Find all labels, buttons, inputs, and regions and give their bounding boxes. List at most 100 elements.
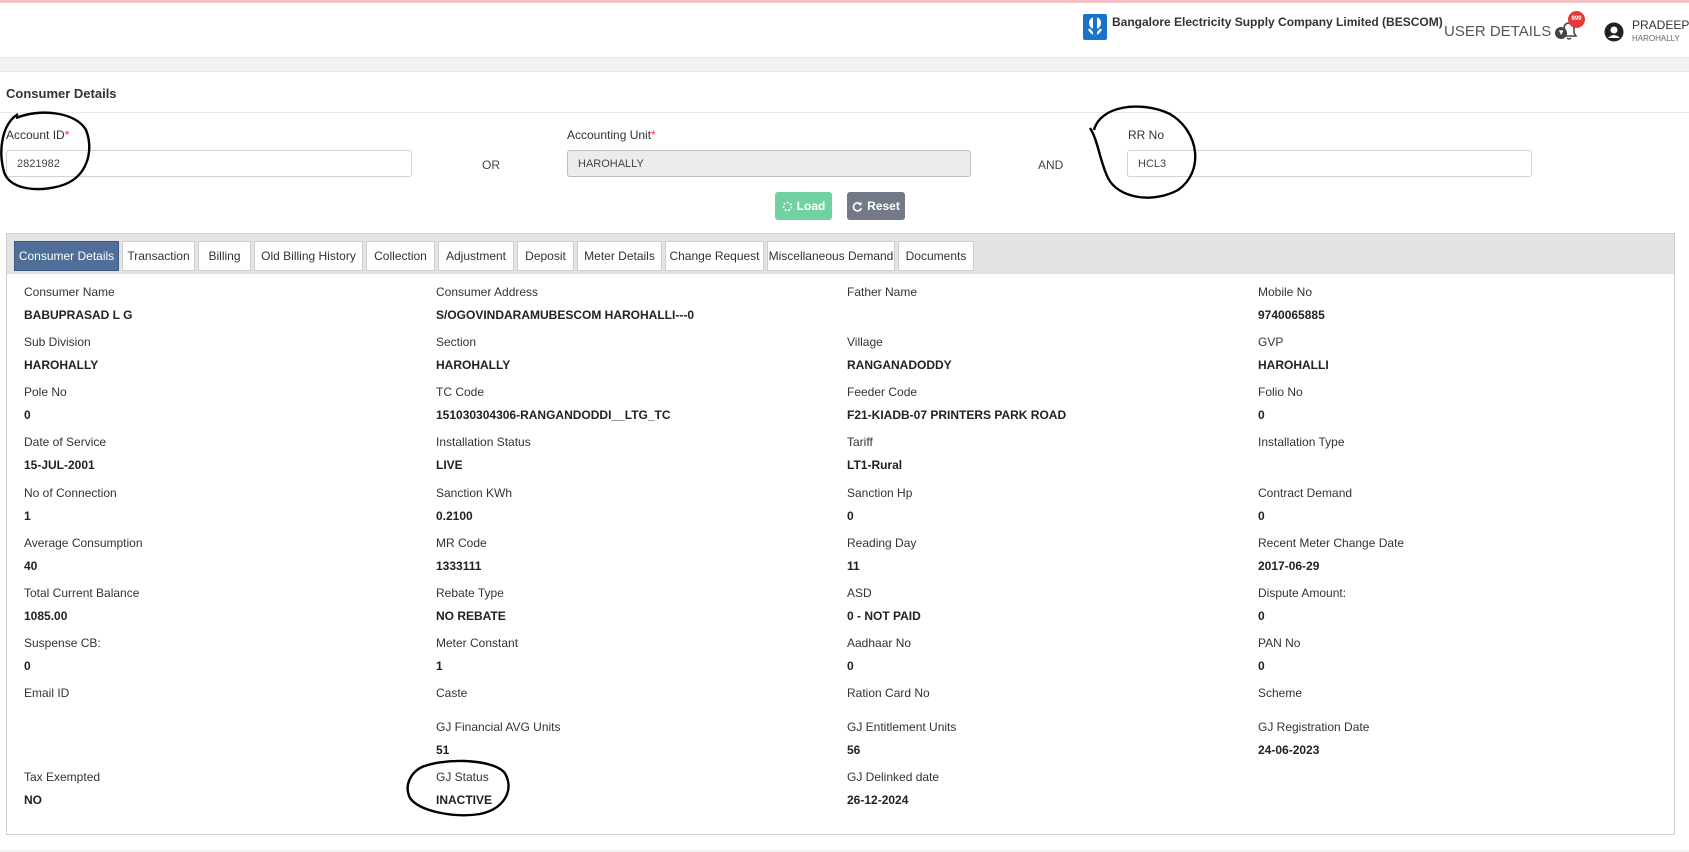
recent-meter-change-date-value: 2017-06-29: [1258, 559, 1320, 573]
dispute-amount-value: 0: [1258, 609, 1265, 623]
load-button[interactable]: Load: [775, 192, 832, 220]
father-name-label: Father Name: [847, 285, 918, 299]
details-tab-panel: Consumer Details Transaction Billing Old…: [6, 233, 1675, 835]
consumer-address-label: Consumer Address: [436, 285, 539, 299]
tab-miscellaneous-demand[interactable]: Miscellaneous Demand: [767, 241, 895, 271]
pole-no-label: Pole No: [24, 385, 67, 399]
no-of-connection-value: 1: [24, 509, 31, 523]
scheme-label: Scheme: [1258, 686, 1303, 700]
tab-transaction[interactable]: Transaction: [122, 241, 195, 271]
spinner-icon: [782, 201, 792, 211]
tab-deposit[interactable]: Deposit: [517, 241, 574, 271]
aadhaar-no-value: 0: [847, 659, 854, 673]
gvp-value: HAROHALLI: [1258, 358, 1329, 372]
gj-registration-date-label: GJ Registration Date: [1258, 720, 1370, 734]
average-consumption-value: 40: [24, 559, 38, 573]
user-avatar-icon[interactable]: [1604, 22, 1624, 42]
suspense-cb-value: 0: [24, 659, 31, 673]
rebate-type-label: Rebate Type: [436, 586, 504, 600]
installation-status-value: LIVE: [436, 458, 463, 472]
installation-status-label: Installation Status: [436, 435, 531, 449]
account-id-label: Account ID*: [6, 128, 70, 142]
tab-change-request[interactable]: Change Request: [665, 241, 764, 271]
mobile-no-label: Mobile No: [1258, 285, 1313, 299]
sanction-hp-label: Sanction Hp: [847, 486, 913, 500]
tab-documents[interactable]: Documents: [898, 241, 974, 271]
folio-no-value: 0: [1258, 408, 1265, 422]
sanction-hp-value: 0: [847, 509, 854, 523]
app-header: Bangalore Electricity Supply Company Lim…: [0, 3, 1689, 58]
gj-status-label: GJ Status: [436, 770, 489, 784]
gj-entitlement-units-value: 56: [847, 743, 861, 757]
gvp-label: GVP: [1258, 335, 1284, 349]
account-id-input[interactable]: [6, 150, 412, 177]
village-label: Village: [847, 335, 883, 349]
dispute-amount-label: Dispute Amount:: [1258, 586, 1347, 600]
contract-demand-value: 0: [1258, 509, 1265, 523]
accounting-unit-label: Accounting Unit*: [567, 128, 656, 142]
reset-button-label: Reset: [867, 199, 900, 213]
pole-no-value: 0: [24, 408, 31, 422]
meter-constant-label: Meter Constant: [436, 636, 519, 650]
contract-demand-label: Contract Demand: [1258, 486, 1353, 500]
section-value: HAROHALLY: [436, 358, 511, 372]
reset-button[interactable]: Reset: [847, 192, 905, 220]
mr-code-value: 1333111: [436, 559, 482, 573]
tab-old-billing-history[interactable]: Old Billing History: [254, 241, 363, 271]
tab-bar: Consumer Details Transaction Billing Old…: [7, 234, 1674, 274]
folio-no-label: Folio No: [1258, 385, 1303, 399]
reading-day-value: 11: [847, 559, 860, 573]
user-name: PRADEEP C: [1632, 18, 1689, 32]
tab-collection[interactable]: Collection: [366, 241, 435, 271]
email-id-label: Email ID: [24, 686, 70, 700]
notification-badge: 999: [1568, 11, 1585, 28]
page-title: Consumer Details: [6, 86, 117, 101]
accounting-unit-input[interactable]: [567, 150, 971, 177]
asd-label: ASD: [847, 586, 872, 600]
mobile-no-value: 9740065885: [1258, 308, 1325, 322]
sanction-kwh-label: Sanction KWh: [436, 486, 513, 500]
or-label: OR: [482, 158, 500, 172]
date-of-service-label: Date of Service: [24, 435, 107, 449]
tc-code-label: TC Code: [436, 385, 485, 399]
gj-entitlement-units-label: GJ Entitlement Units: [847, 720, 957, 734]
tab-billing[interactable]: Billing: [198, 241, 251, 271]
tab-adjustment[interactable]: Adjustment: [438, 241, 514, 271]
bescom-logo: [1083, 14, 1107, 40]
sanction-kwh-value: 0.2100: [436, 509, 473, 523]
feeder-code-label: Feeder Code: [847, 385, 918, 399]
ration-card-no-label: Ration Card No: [847, 686, 930, 700]
suspense-cb-label: Suspense CB:: [24, 636, 101, 650]
sub-division-value: HAROHALLY: [24, 358, 99, 372]
and-label: AND: [1038, 158, 1064, 172]
pan-no-value: 0: [1258, 659, 1265, 673]
reading-day-label: Reading Day: [847, 536, 917, 550]
aadhaar-no-label: Aadhaar No: [847, 636, 912, 650]
no-of-connection-label: No of Connection: [24, 486, 117, 500]
user-details-dropdown[interactable]: USER DETAILS ▼: [1444, 23, 1568, 40]
average-consumption-label: Average Consumption: [24, 536, 143, 550]
tab-meter-details[interactable]: Meter Details: [577, 241, 662, 271]
rr-no-input[interactable]: [1127, 150, 1532, 177]
load-button-label: Load: [796, 199, 826, 213]
total-current-balance-value: 1085.00: [24, 609, 68, 623]
tc-code-value: 151030304306-RANGANDODDI__LTG_TC: [436, 408, 671, 422]
village-value: RANGANADODDY: [847, 358, 952, 372]
feeder-code-value: F21-KIADB-07 PRINTERS PARK ROAD: [847, 408, 1067, 422]
tariff-label: Tariff: [847, 435, 873, 449]
company-name: Bangalore Electricity Supply Company Lim…: [1112, 15, 1443, 29]
installation-type-label: Installation Type: [1258, 435, 1345, 449]
gj-financial-avg-units-label: GJ Financial AVG Units: [436, 720, 561, 734]
total-current-balance-label: Total Current Balance: [24, 586, 140, 600]
tab-consumer-details[interactable]: Consumer Details: [14, 241, 119, 271]
pan-no-label: PAN No: [1258, 636, 1301, 650]
gj-registration-date-value: 24-06-2023: [1258, 743, 1320, 757]
recent-meter-change-date-label: Recent Meter Change Date: [1258, 536, 1405, 550]
consumer-address-value: S/OGOVINDARAMUBESCOM HAROHALLI---0: [436, 308, 694, 322]
mr-code-label: MR Code: [436, 536, 487, 550]
tax-exempted-value: NO: [24, 793, 42, 807]
meter-constant-value: 1: [436, 659, 443, 673]
gj-delinked-date-value: 26-12-2024: [847, 793, 909, 807]
asd-value: 0 - NOT PAID: [847, 609, 921, 623]
consumer-name-label: Consumer Name: [24, 285, 115, 299]
